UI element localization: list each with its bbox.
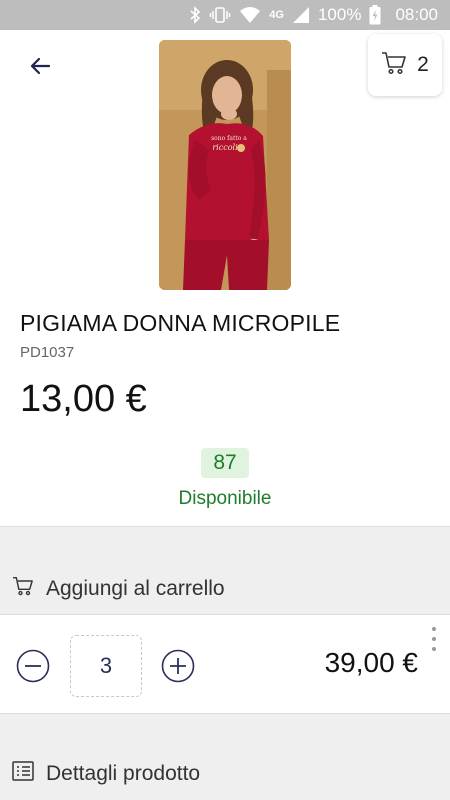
add-to-cart-header[interactable]: Aggiungi al carrello <box>0 565 450 613</box>
back-button[interactable] <box>22 50 58 86</box>
availability-label: Disponibile <box>178 488 272 509</box>
cart-icon <box>381 51 407 79</box>
quantity-input[interactable]: 3 <box>70 635 142 697</box>
product-image[interactable]: sono fatto a riccoli <box>159 40 291 290</box>
signal-icon <box>292 6 310 24</box>
list-icon <box>12 761 34 787</box>
back-arrow-icon <box>28 54 52 82</box>
cart-button[interactable]: 2 <box>368 34 442 96</box>
product-sku: PD1037 <box>20 344 75 361</box>
more-vertical-icon <box>432 627 436 631</box>
product-price: 13,00 € <box>20 378 147 420</box>
product-title: PIGIAMA DONNA MICROPILE <box>20 310 341 336</box>
more-options-button[interactable] <box>426 627 442 651</box>
plus-circle-icon <box>161 649 195 687</box>
increase-quantity-button[interactable] <box>161 649 195 687</box>
cart-count: 2 <box>417 53 429 76</box>
product-details-header[interactable]: Dettagli prodotto <box>0 750 450 798</box>
wifi-icon <box>239 6 261 24</box>
product-details-label: Dettagli prodotto <box>46 762 201 785</box>
add-to-cart-label: Aggiungi al carrello <box>46 577 225 600</box>
battery-icon <box>369 5 381 25</box>
svg-text:sono fatto a: sono fatto a <box>211 135 247 142</box>
decrease-quantity-button[interactable] <box>16 649 50 687</box>
quantity-panel: 3 39,00 € <box>0 614 450 714</box>
minus-circle-icon <box>16 649 50 687</box>
more-dot <box>432 647 436 651</box>
stock-count-badge: 87 <box>201 448 249 478</box>
vibrate-icon <box>209 6 231 24</box>
status-bar: 4G 100% 08:00 <box>0 0 450 30</box>
svg-text:riccoli: riccoli <box>212 143 238 152</box>
more-dot <box>432 637 436 641</box>
line-total: 39,00 € <box>324 647 418 678</box>
battery-percent: 100% <box>317 5 362 24</box>
bluetooth-icon <box>189 6 201 24</box>
product-card: sono fatto a riccoli 2 PIGIAMA DONNA MIC… <box>0 30 450 527</box>
clock: 08:00 <box>395 5 438 24</box>
cart-icon <box>12 576 34 602</box>
network-type: 4G <box>269 9 284 21</box>
